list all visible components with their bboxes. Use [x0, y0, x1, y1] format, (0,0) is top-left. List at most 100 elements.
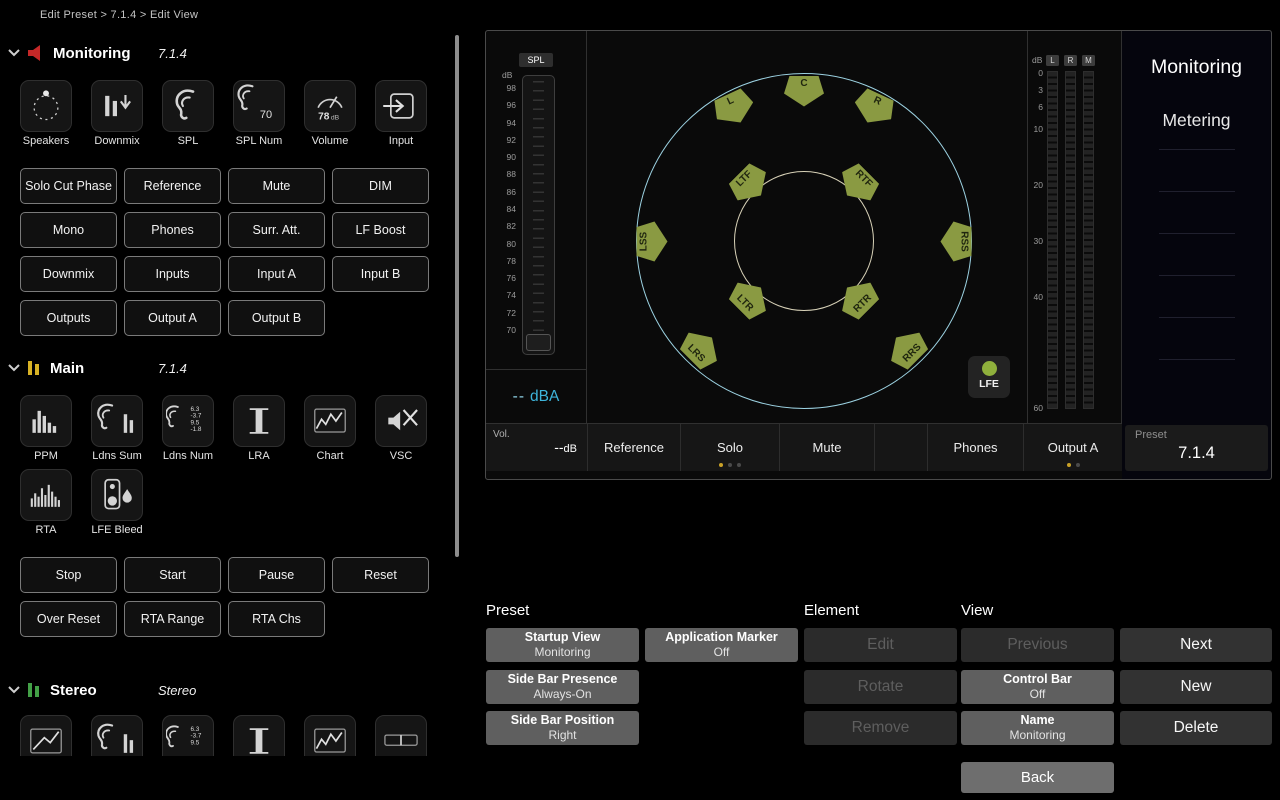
left-panel-scrollbar[interactable] [455, 35, 459, 557]
button-reset[interactable]: Reset [332, 557, 429, 593]
button-solo-cut-phase[interactable]: Solo Cut Phase [20, 168, 117, 204]
meter-channel-m: M [1082, 55, 1095, 66]
tile-stereo-ldns-sum[interactable] [81, 715, 153, 756]
button-inputs[interactable]: Inputs [124, 256, 221, 292]
meter-bar-r [1065, 71, 1076, 409]
svg-text:78: 78 [318, 112, 330, 123]
button-lf-boost[interactable]: LF Boost [332, 212, 429, 248]
ear-bars-icon [95, 719, 139, 756]
lfe-speaker-box[interactable]: LFE [968, 356, 1010, 398]
tile-chart[interactable]: Chart [294, 395, 366, 462]
tile-stereo-lra[interactable] [223, 715, 295, 756]
tile-downmix[interactable]: Downmix [81, 80, 153, 147]
section-header-stereo[interactable]: Stereo Stereo [8, 678, 438, 702]
button-side-bar-position[interactable]: Side Bar Position Right [486, 711, 639, 745]
button-reference[interactable]: Reference [124, 168, 221, 204]
button-mute[interactable]: Mute [228, 168, 325, 204]
tile-lfe-bleed[interactable]: LFE Bleed [81, 469, 153, 536]
tile-speakers[interactable]: Speakers [10, 80, 82, 147]
meter-bar-m [1083, 71, 1094, 409]
sidebar-item-metering[interactable]: Metering [1122, 97, 1271, 143]
button-start[interactable]: Start [124, 557, 221, 593]
cell-output-a[interactable]: Output A [1023, 424, 1122, 471]
sidebar-empty-row [1159, 275, 1235, 276]
button-remove[interactable]: Remove [804, 711, 957, 745]
lfe-cone-icon [982, 361, 997, 376]
sidebar-empty-row [1159, 359, 1235, 360]
cell-mute[interactable]: Mute [779, 424, 874, 471]
ppm-bars-icon [24, 399, 68, 443]
svg-text:dB: dB [331, 115, 340, 122]
tile-volume[interactable]: 78 dB Volume [294, 80, 366, 147]
button-input-b[interactable]: Input B [332, 256, 429, 292]
tile-ppm[interactable]: PPM [10, 395, 82, 462]
section-header-main[interactable]: Main 7.1.4 [8, 356, 438, 380]
button-output-a[interactable]: Output A [124, 300, 221, 336]
button-application-marker[interactable]: Application Marker Off [645, 628, 798, 662]
button-new[interactable]: New [1120, 670, 1272, 704]
tile-ldns-sum[interactable]: Ldns Sum [81, 395, 153, 462]
button-pause[interactable]: Pause [228, 557, 325, 593]
button-outputs[interactable]: Outputs [20, 300, 117, 336]
chart-line-icon [308, 719, 352, 756]
tile-stereo-chart[interactable] [294, 715, 366, 756]
element-group-label: Element [804, 602, 859, 619]
button-next[interactable]: Next [1120, 628, 1272, 662]
tile-stereo-ldns-num[interactable]: 6.3 -3.7 9.5 [152, 715, 224, 756]
tile-lra[interactable]: LRA [223, 395, 295, 462]
input-arrow-icon [379, 84, 423, 128]
tile-rta[interactable]: RTA [10, 469, 82, 536]
sidebar-item-monitoring[interactable]: Monitoring [1122, 43, 1271, 91]
button-side-bar-presence[interactable]: Side Bar Presence Always-On [486, 670, 639, 704]
ear-icon [166, 84, 210, 128]
correlation-icon [379, 719, 423, 756]
section-header-monitoring[interactable]: Monitoring 7.1.4 [8, 41, 438, 65]
button-output-b[interactable]: Output B [228, 300, 325, 336]
button-phones[interactable]: Phones [124, 212, 221, 248]
button-previous[interactable]: Previous [961, 628, 1114, 662]
button-dim[interactable]: DIM [332, 168, 429, 204]
tile-ldns-num[interactable]: 6.3 -3.7 9.5 -1.8 Ldns Num [152, 395, 224, 462]
button-edit[interactable]: Edit [804, 628, 957, 662]
button-back[interactable]: Back [961, 762, 1114, 793]
tile-input[interactable]: Input [365, 80, 437, 147]
chart-line-icon [308, 399, 352, 443]
control-bar: Vol. --dB Reference Solo Mute Phones Out… [486, 423, 1122, 471]
button-over-reset[interactable]: Over Reset [20, 601, 117, 637]
spl-meter-ticks [533, 81, 544, 332]
sidebar-empty-row [1159, 233, 1235, 234]
spl-readout: -- dBA [486, 369, 586, 424]
meter-unit-label: dB [1032, 55, 1042, 65]
button-surr-att[interactable]: Surr. Att. [228, 212, 325, 248]
downmix-icon [95, 84, 139, 128]
chevron-down-icon [8, 686, 20, 694]
sidebar-preset-box[interactable]: Preset 7.1.4 [1125, 425, 1268, 471]
svg-text:9.5: 9.5 [191, 739, 200, 746]
meter-channel-l: L [1046, 55, 1059, 66]
button-mono[interactable]: Mono [20, 212, 117, 248]
tile-stereo-corr[interactable] [365, 715, 437, 756]
button-delete[interactable]: Delete [1120, 711, 1272, 745]
cell-phones[interactable]: Phones [927, 424, 1023, 471]
tile-vsc[interactable]: VSC [365, 395, 437, 462]
tile-spl[interactable]: SPL [152, 80, 224, 147]
button-stop[interactable]: Stop [20, 557, 117, 593]
chevron-down-icon [8, 364, 20, 372]
vol-readout: --dB [554, 439, 577, 455]
tile-spl-num[interactable]: 70 SPL Num [223, 80, 295, 147]
cell-solo[interactable]: Solo [680, 424, 779, 471]
button-rta-range[interactable]: RTA Range [124, 601, 221, 637]
button-startup-view[interactable]: Startup View Monitoring [486, 628, 639, 662]
button-rta-chs[interactable]: RTA Chs [228, 601, 325, 637]
speakers-icon [24, 84, 68, 128]
button-name[interactable]: Name Monitoring [961, 711, 1114, 745]
section-preset: 7.1.4 [158, 361, 187, 376]
cell-reference[interactable]: Reference [587, 424, 680, 471]
tile-stereo-graph[interactable] [10, 715, 82, 756]
cell-vol[interactable]: Vol. --dB [486, 424, 587, 471]
button-rotate[interactable]: Rotate [804, 670, 957, 704]
ear-numbers-icon: 6.3 -3.7 9.5 -1.8 [166, 399, 210, 443]
button-control-bar[interactable]: Control Bar Off [961, 670, 1114, 704]
button-input-a[interactable]: Input A [228, 256, 325, 292]
button-downmix[interactable]: Downmix [20, 256, 117, 292]
